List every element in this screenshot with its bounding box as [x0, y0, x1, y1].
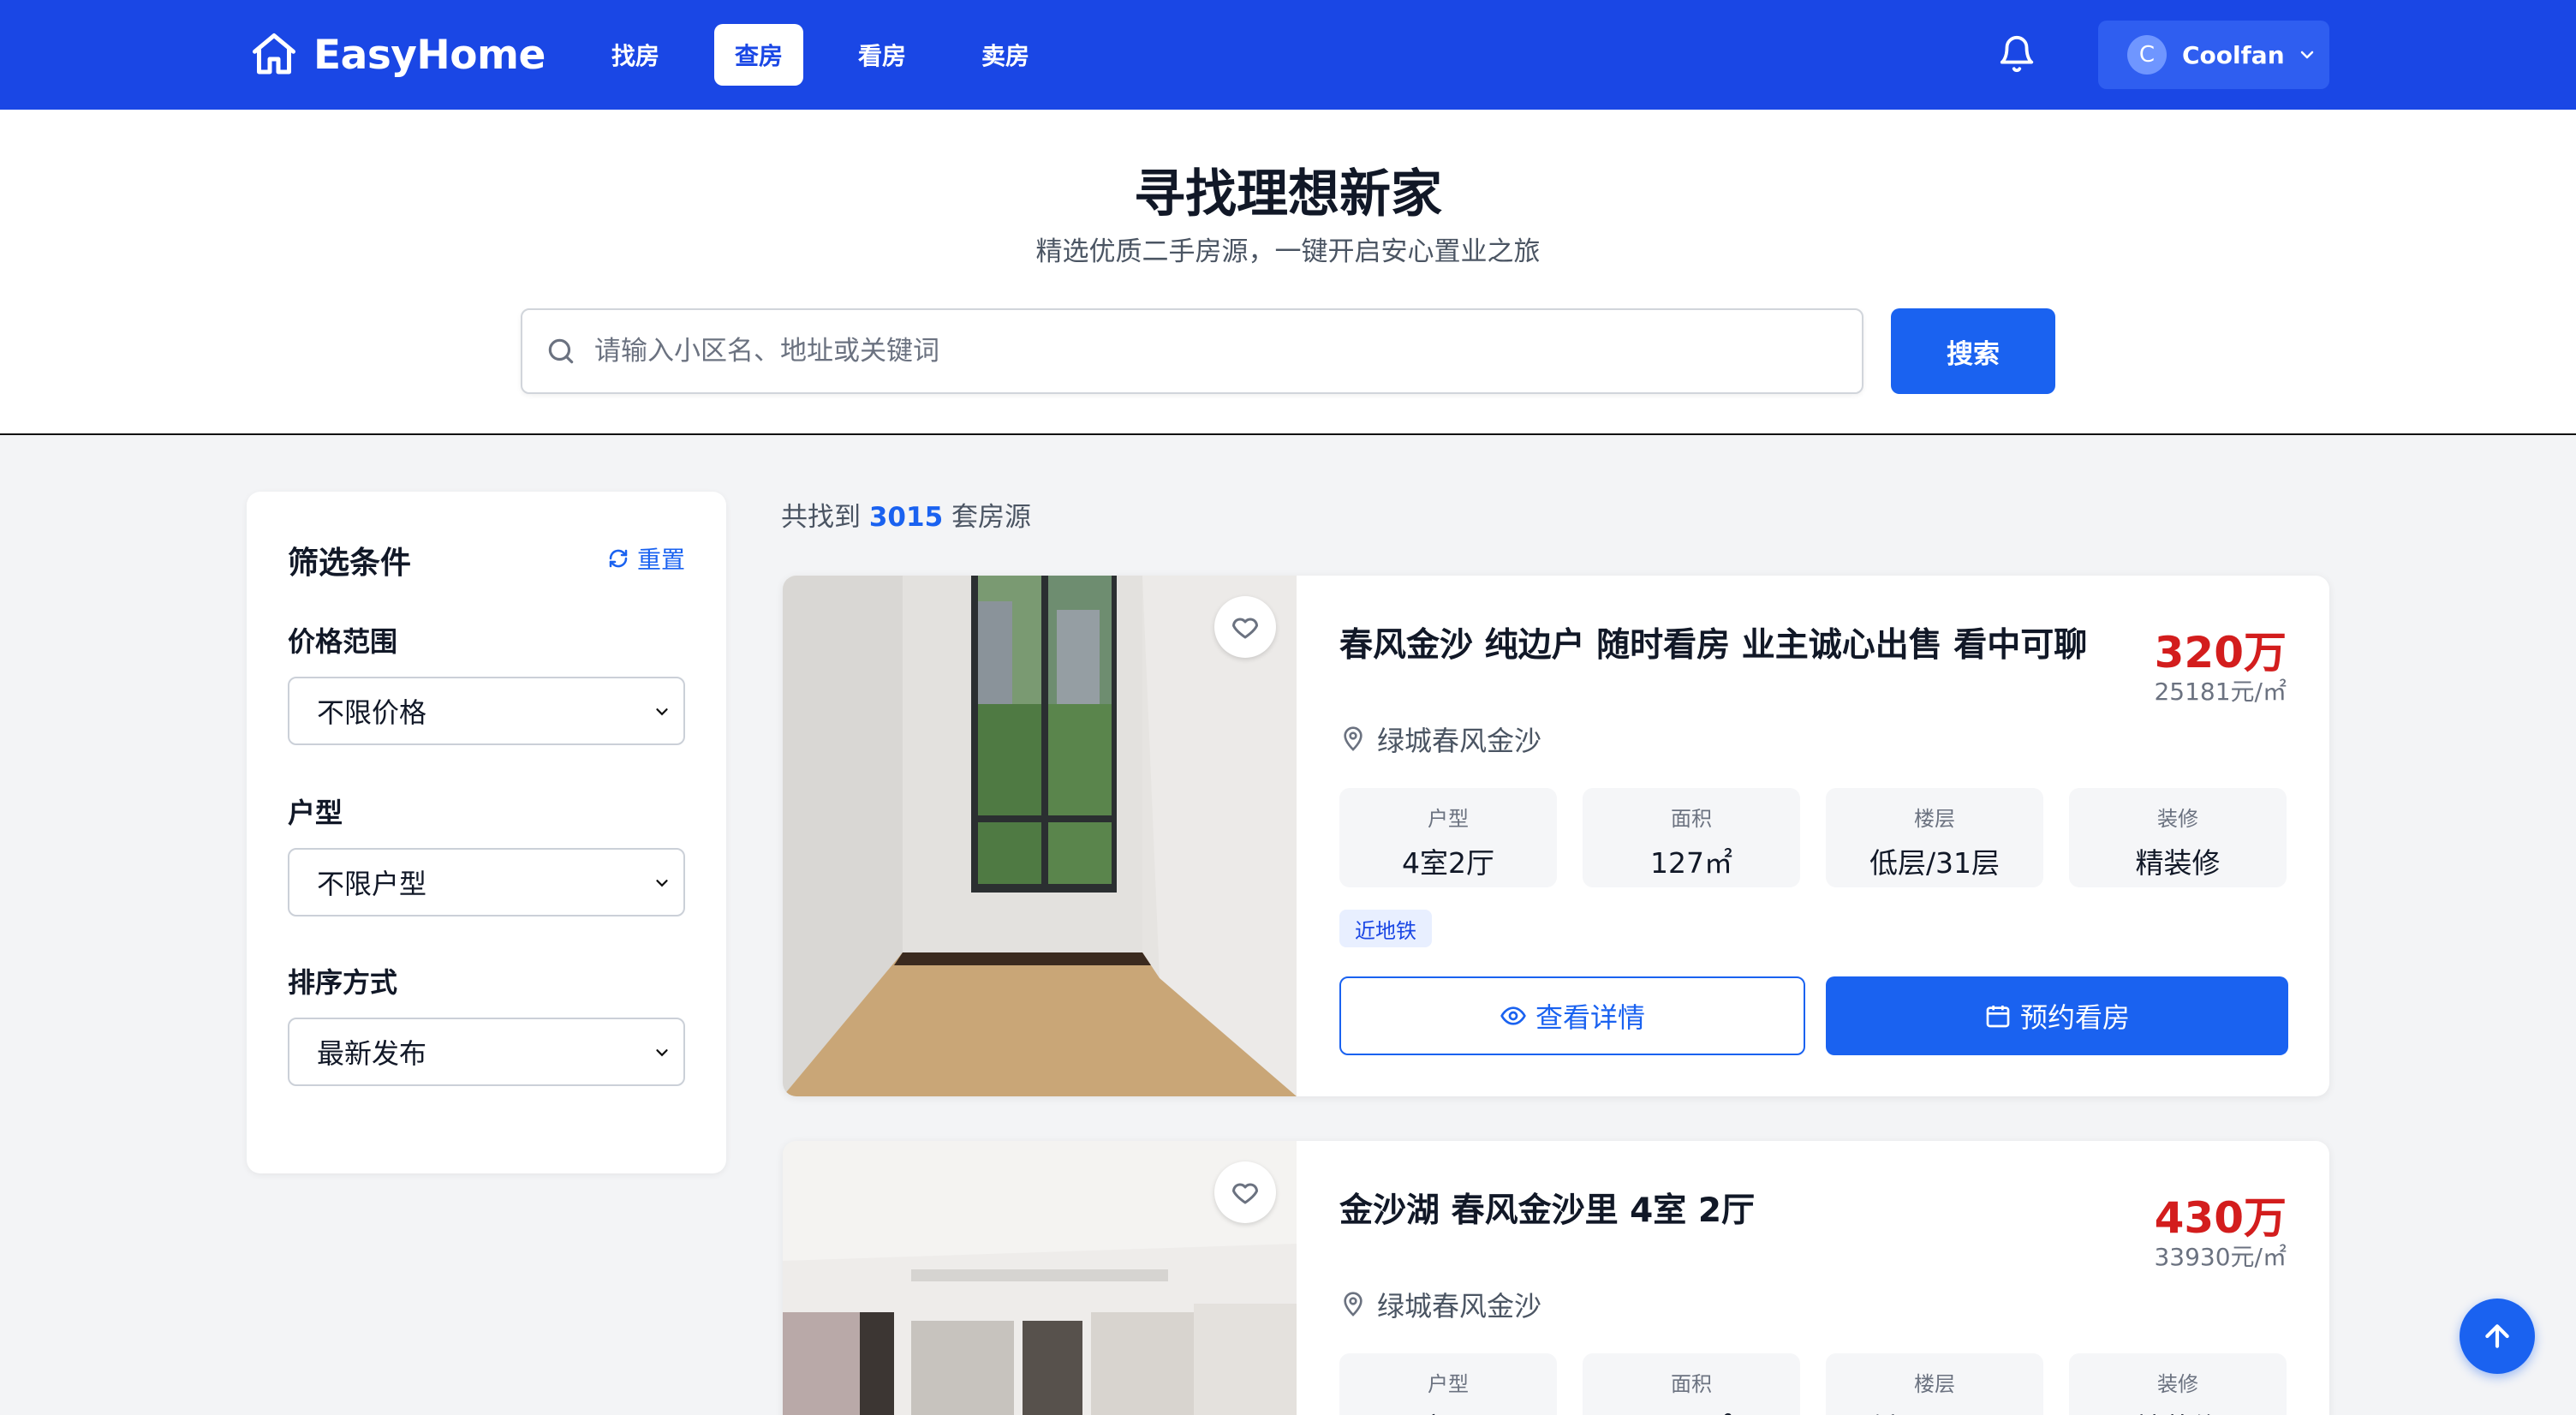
brand-name: EasyHome: [313, 31, 546, 79]
spec-value: 低层/31层: [1826, 1406, 2043, 1415]
result-count-number: 3015: [868, 502, 944, 533]
listing-photo[interactable]: [783, 576, 1297, 1096]
spec-value: 4室2厅: [1402, 846, 1494, 880]
listing-location-text: 绿城春风金沙: [1377, 1290, 1542, 1322]
layout-label: 户型: [288, 797, 343, 829]
favorite-button[interactable]: [1214, 1161, 1276, 1223]
sort-label: 排序方式: [288, 966, 398, 999]
view-details-button[interactable]: 查看详情: [1339, 976, 1805, 1055]
layout-value: 不限户型: [317, 868, 427, 900]
sort-select[interactable]: 最新发布: [288, 1018, 685, 1086]
listing-location: 绿城春风金沙: [1339, 1285, 1541, 1324]
listing-card[interactable]: 金沙湖 春风金沙里 4室 2厅 430万 33930元/㎡ 绿城春风金沙 户型 …: [783, 1141, 2329, 1415]
map-pin-icon: [1344, 1292, 1363, 1316]
view-details-label: 查看详情: [1535, 1001, 1645, 1034]
eye-icon: [1500, 1006, 1526, 1025]
price-range-select[interactable]: 不限价格: [288, 677, 685, 745]
search-icon: [548, 338, 574, 364]
result-count-prefix: 共找到: [781, 502, 861, 533]
spec-value: 4室2厅: [1339, 1406, 1557, 1415]
listing-price: 430万: [2154, 1193, 2287, 1243]
map-pin-icon: [1344, 726, 1363, 751]
search-button[interactable]: 搜索: [1891, 308, 2055, 394]
spec-area: 面积 127㎡: [1583, 788, 1800, 887]
layout-select[interactable]: 不限户型: [288, 848, 685, 916]
spec-decoration: 装修 精装修: [2069, 1353, 2287, 1415]
listing-location-text: 绿城春风金沙: [1377, 725, 1542, 757]
spec-area: 面积 126㎡: [1583, 1353, 1800, 1415]
result-count-suffix: 套房源: [951, 502, 1031, 533]
spec-label: 装修: [2157, 1372, 2198, 1396]
user-menu-button[interactable]: C Coolfan: [2098, 21, 2329, 89]
page-subtitle: 精选优质二手房源，一键开启安心置业之旅: [1035, 236, 1541, 267]
user-name: Coolfan: [2182, 40, 2285, 69]
spec-value: 127㎡: [1650, 846, 1732, 880]
reset-button[interactable]: 重置: [608, 541, 685, 576]
nav-find-house[interactable]: 找房: [591, 24, 680, 86]
spec-label: 楼层: [1914, 1372, 1955, 1396]
nav-view-house[interactable]: 看房: [838, 24, 927, 86]
notification-bell-icon[interactable]: [1997, 34, 2036, 74]
spec-decoration: 装修 精装修: [2069, 788, 2287, 887]
spec-label: 户型: [1428, 807, 1469, 831]
filter-title: 筛选条件: [288, 546, 412, 581]
spec-layout: 户型 4室2厅: [1339, 1353, 1557, 1415]
spec-floor: 楼层 低层/31层: [1826, 788, 2043, 887]
listing-location: 绿城春风金沙: [1339, 719, 1541, 759]
listing-tag: 近地铁: [1339, 910, 1432, 947]
sort-value: 最新发布: [317, 1037, 427, 1070]
listing-unit-price: 25181元/㎡: [2154, 678, 2287, 706]
result-count: 共找到 3015 套房源: [781, 495, 1031, 534]
chevron-down-icon: [656, 708, 668, 716]
heart-icon: [1232, 618, 1258, 639]
price-range-label: 价格范围: [288, 625, 398, 658]
book-viewing-button[interactable]: 预约看房: [1826, 976, 2288, 1055]
listing-title[interactable]: 春风金沙 纯边户 随时看房 业主诚心出售 看中可聊: [1339, 618, 2087, 666]
spec-layout: 户型 4室2厅: [1339, 788, 1557, 887]
listing-specs: 户型 4室2厅 面积 127㎡ 楼层 低层/31层 装修 精装修: [1339, 788, 2287, 887]
chevron-down-icon: [656, 880, 668, 887]
arrow-up-icon: [2485, 1324, 2509, 1348]
spec-value: 低层/31层: [1869, 846, 2001, 880]
reset-label: 重置: [636, 546, 685, 574]
spec-value: 精装修: [2069, 1406, 2287, 1415]
listing-specs: 户型 4室2厅 面积 126㎡ 楼层 低层/31层 装修 精装修: [1339, 1353, 2287, 1415]
room-photo-image: [783, 576, 1297, 1096]
price-range-value: 不限价格: [317, 696, 427, 729]
book-viewing-label: 预约看房: [2019, 1001, 2130, 1034]
nav-sell-house[interactable]: 卖房: [961, 24, 1050, 86]
nav-check-house[interactable]: 查房: [714, 24, 804, 86]
heart-icon: [1232, 1183, 1258, 1204]
spec-floor: 楼层 低层/31层: [1826, 1353, 2043, 1415]
back-to-top-button[interactable]: [2460, 1299, 2535, 1374]
spec-label: 户型: [1428, 1372, 1469, 1396]
refresh-icon: [609, 549, 628, 568]
spec-label: 面积: [1671, 807, 1712, 831]
hero-section: 寻找理想新家 精选优质二手房源，一键开启安心置业之旅 搜索: [0, 110, 2576, 435]
spec-value: 126㎡: [1583, 1406, 1800, 1415]
listing-photo[interactable]: [783, 1141, 1297, 1415]
search-box[interactable]: [521, 308, 1863, 394]
chevron-down-icon: [2300, 51, 2313, 59]
spec-label: 面积: [1671, 1372, 1712, 1396]
spec-value: 精装修: [2135, 846, 2221, 880]
calendar-icon: [1986, 1006, 2010, 1028]
avatar: C: [2127, 35, 2167, 75]
listing-title[interactable]: 金沙湖 春风金沙里 4室 2厅: [1339, 1184, 1755, 1232]
search-input[interactable]: [594, 336, 1793, 367]
top-navbar: EasyHome 找房 查房 看房 卖房 C Coolfan: [0, 0, 2576, 110]
main-nav: 找房 查房 看房 卖房: [591, 24, 1084, 86]
chevron-down-icon: [656, 1049, 668, 1057]
filter-panel: 筛选条件 重置 价格范围 不限价格 户型 不限户型 排序方式 最新发布: [247, 492, 726, 1173]
spec-label: 装修: [2157, 807, 2198, 831]
page-title: 寻找理想新家: [1134, 164, 1442, 224]
brand-logo[interactable]: EasyHome: [248, 26, 546, 84]
listing-unit-price: 33930元/㎡: [2154, 1243, 2287, 1271]
home-icon: [253, 33, 295, 75]
listing-price: 320万: [2154, 628, 2287, 678]
spec-label: 楼层: [1914, 807, 1955, 831]
favorite-button[interactable]: [1214, 596, 1276, 658]
listing-card[interactable]: 春风金沙 纯边户 随时看房 业主诚心出售 看中可聊 320万 25181元/㎡ …: [783, 576, 2329, 1096]
